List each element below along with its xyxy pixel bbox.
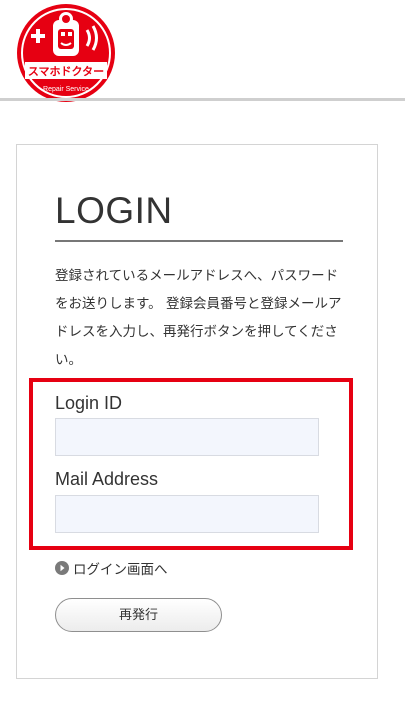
site-header: スマホドクター Repair Service — [0, 0, 405, 104]
logo-subtitle: Repair Service — [43, 86, 89, 93]
instructions-text: 登録されているメールアドレスへ、パスワードをお送りします。 登録会員番号と登録メ… — [55, 268, 342, 368]
reissue-button[interactable]: 再発行 — [55, 598, 222, 632]
page-title: LOGIN — [55, 190, 173, 231]
site-logo[interactable]: スマホドクター Repair Service — [15, 2, 117, 104]
circle-arrow-right-icon — [55, 561, 69, 575]
title-underline — [55, 240, 343, 242]
back-to-login-label: ログイン画面へ — [73, 562, 168, 578]
login-card: LOGIN 登録されているメールアドレスへ、パスワードをお送りします。 登録会員… — [16, 144, 378, 679]
mail-address-label: Mail Address — [55, 469, 159, 489]
login-id-input[interactable] — [55, 418, 319, 456]
logo-name: スマホドクター — [28, 65, 104, 78]
login-id-label: Login ID — [55, 393, 123, 413]
back-to-login-link[interactable]: ログイン画面へ — [55, 558, 168, 578]
header-divider — [0, 98, 405, 101]
mail-address-input[interactable] — [55, 495, 319, 533]
